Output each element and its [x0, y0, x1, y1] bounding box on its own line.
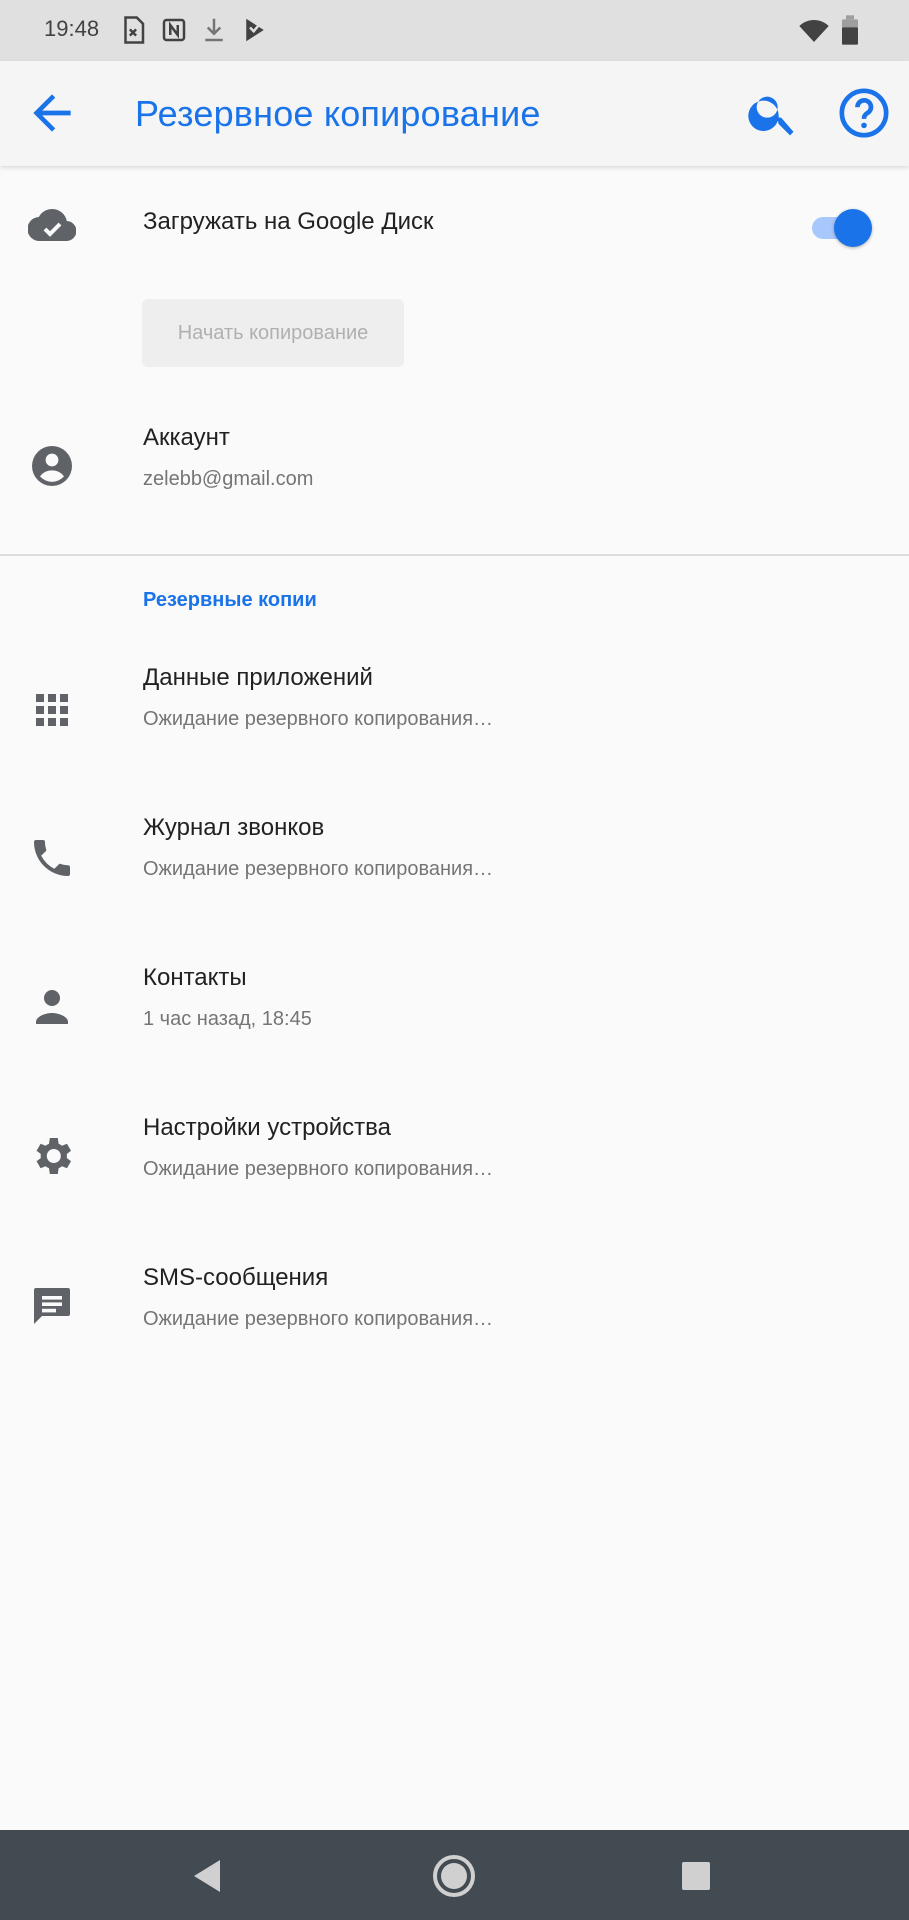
phone-icon	[28, 834, 76, 882]
backup-item-label: Данные приложений	[143, 664, 373, 691]
account-row[interactable]: Аккаунт zelebb@gmail.com	[0, 410, 909, 520]
toggle-thumb	[834, 209, 872, 247]
app-bar: Резервное копирование	[0, 61, 909, 166]
backup-item-contacts[interactable]: Контакты 1 час назад, 18:45	[0, 950, 909, 1060]
drive-upload-label: Загружать на Google Диск	[143, 208, 434, 235]
play-store-icon	[240, 14, 270, 46]
nfc-icon	[159, 14, 189, 46]
backup-item-label: Контакты	[143, 964, 247, 991]
screen: 19:48 Резервное копирование Загружать на…	[0, 0, 909, 1920]
divider	[0, 554, 909, 556]
backup-item-label: Настройки устройства	[143, 1114, 391, 1141]
backup-item-label: Журнал звонков	[143, 814, 325, 841]
person-icon	[28, 982, 76, 1030]
account-label: Аккаунт	[143, 424, 230, 451]
help-icon[interactable]	[836, 85, 892, 141]
backup-item-call-log[interactable]: Журнал звонков Ожидание резервного копир…	[0, 800, 909, 910]
backup-item-status: Ожидание резервного копирования…	[143, 708, 494, 730]
backup-item-status: Ожидание резервного копирования…	[143, 1158, 494, 1180]
backup-item-status: 1 час назад, 18:45	[143, 1008, 312, 1030]
nav-back-icon[interactable]	[184, 1852, 232, 1900]
nav-home-icon[interactable]	[430, 1852, 478, 1900]
download-icon	[199, 14, 229, 46]
backup-item-label: SMS-сообщения	[143, 1264, 329, 1291]
page-title: Резервное копирование	[135, 93, 541, 134]
wifi-icon	[798, 14, 830, 46]
back-arrow-icon[interactable]	[24, 85, 80, 141]
backup-item-status: Ожидание резервного копирования…	[143, 858, 494, 880]
account-email: zelebb@gmail.com	[143, 468, 314, 490]
apps-icon	[28, 686, 76, 734]
backup-item-sms[interactable]: SMS-сообщения Ожидание резервного копиро…	[0, 1250, 909, 1360]
drive-upload-toggle[interactable]	[810, 207, 874, 247]
account-circle-icon	[28, 442, 76, 490]
backup-item-device-settings[interactable]: Настройки устройства Ожидание резервного…	[0, 1100, 909, 1210]
backup-item-status: Ожидание резервного копирования…	[143, 1308, 494, 1330]
battery-icon	[840, 14, 860, 46]
sim-card-error-icon	[118, 14, 148, 46]
status-bar: 19:48	[0, 0, 909, 61]
cloud-done-icon	[27, 201, 77, 249]
message-icon	[28, 1282, 76, 1330]
nav-bar	[0, 1830, 909, 1920]
search-icon[interactable]	[745, 85, 801, 141]
nav-recents-icon[interactable]	[672, 1852, 720, 1900]
section-header: Резервные копии	[143, 589, 317, 611]
status-time: 19:48	[44, 16, 100, 41]
gear-icon	[28, 1132, 76, 1180]
start-backup-button[interactable]: Начать копирование	[142, 299, 404, 367]
backup-item-app-data[interactable]: Данные приложений Ожидание резервного ко…	[0, 650, 909, 760]
drive-upload-row[interactable]: Загружать на Google Диск	[0, 185, 909, 265]
